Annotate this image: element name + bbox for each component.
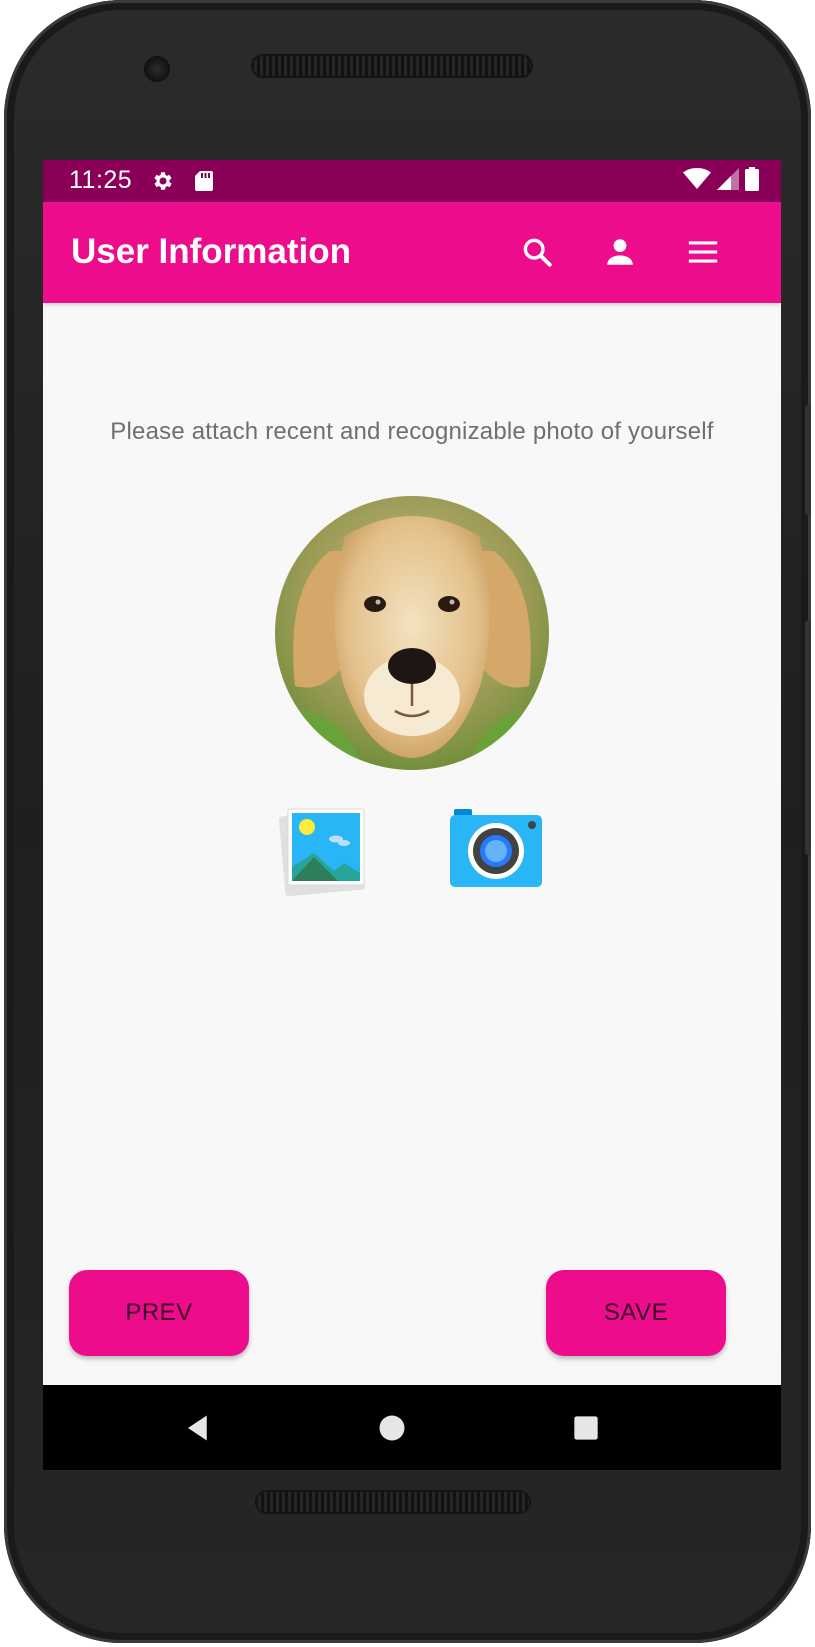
page-title: User Information bbox=[71, 232, 352, 271]
gear-icon bbox=[151, 169, 175, 193]
account-icon[interactable] bbox=[600, 232, 640, 272]
recents-icon[interactable] bbox=[568, 1410, 604, 1446]
phone-frame: 11:25 User Information Please attach rec… bbox=[4, 0, 811, 1643]
photo-instruction: Please attach recent and recognizable ph… bbox=[110, 418, 714, 445]
profile-photo bbox=[275, 496, 549, 770]
sd-card-icon bbox=[194, 169, 214, 193]
status-time: 11:25 bbox=[69, 166, 133, 194]
signal-icon bbox=[717, 167, 739, 195]
navigation-bar bbox=[43, 1385, 781, 1470]
battery-icon bbox=[745, 166, 759, 196]
status-indicators bbox=[683, 166, 759, 196]
status-bar: 11:25 bbox=[43, 160, 781, 202]
camera-icon[interactable] bbox=[448, 805, 544, 897]
app-screen: 11:25 User Information Please attach rec… bbox=[43, 160, 781, 1470]
wifi-icon bbox=[683, 167, 711, 195]
front-camera bbox=[146, 58, 168, 80]
bottom-speaker bbox=[255, 1490, 531, 1514]
power-button bbox=[805, 620, 811, 855]
home-icon[interactable] bbox=[374, 1410, 410, 1446]
search-icon[interactable] bbox=[517, 232, 557, 272]
prev-button[interactable]: PREV bbox=[69, 1270, 249, 1356]
volume-button bbox=[805, 405, 811, 515]
app-bar: User Information bbox=[43, 202, 781, 303]
top-speaker bbox=[251, 54, 533, 78]
back-icon[interactable] bbox=[180, 1410, 216, 1446]
save-button[interactable]: SAVE bbox=[546, 1270, 726, 1356]
gallery-icon[interactable] bbox=[278, 805, 370, 897]
menu-icon[interactable] bbox=[683, 232, 723, 272]
